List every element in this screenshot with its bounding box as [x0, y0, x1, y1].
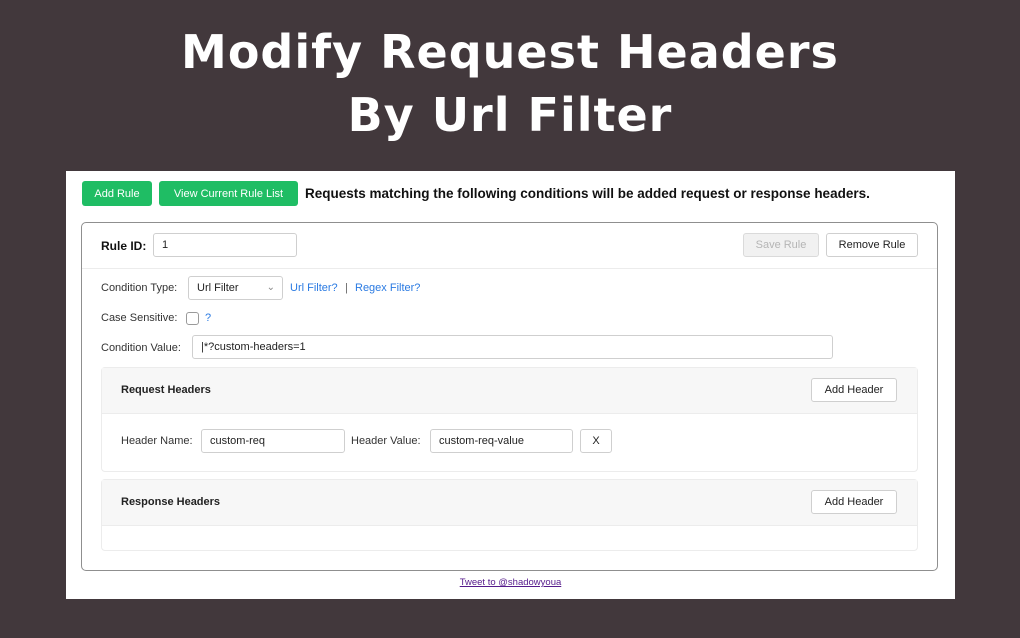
response-headers-section: Response Headers Add Header — [101, 479, 918, 551]
condition-value-label: Condition Value: — [101, 342, 181, 354]
regex-filter-help-link[interactable]: Regex Filter? — [355, 282, 420, 294]
request-headers-title: Request Headers — [121, 384, 211, 396]
add-request-header-button[interactable]: Add Header — [811, 378, 897, 402]
header-value-input[interactable]: custom-req-value — [430, 429, 573, 453]
case-sensitive-help-link[interactable]: ? — [205, 312, 211, 324]
chevron-down-icon: ⌄ — [266, 282, 275, 293]
rule-id-label: Rule ID: — [101, 239, 147, 253]
tweet-link[interactable]: Tweet to @shadowyoua — [66, 577, 955, 588]
rule-id-input[interactable]: 1 — [153, 233, 297, 257]
hero-title-line2: By Url Filter — [347, 88, 673, 142]
save-rule-button[interactable]: Save Rule — [743, 233, 819, 257]
condition-type-label: Condition Type: — [101, 282, 178, 294]
remove-header-button[interactable]: X — [580, 429, 612, 453]
rule-header: Rule ID: 1 Save Rule Remove Rule — [82, 223, 937, 269]
response-headers-header: Response Headers Add Header — [102, 480, 917, 526]
remove-rule-button[interactable]: Remove Rule — [826, 233, 918, 257]
rule-card: Rule ID: 1 Save Rule Remove Rule Conditi… — [81, 222, 938, 571]
condition-type-value: Url Filter — [197, 282, 239, 294]
hero-title-line1: Modify Request Headers — [181, 25, 839, 79]
header-name-label: Header Name: — [121, 435, 193, 447]
extension-panel: Add Rule View Current Rule List Requests… — [66, 171, 955, 599]
link-separator: | — [345, 282, 348, 294]
intro-text: Requests matching the following conditio… — [305, 186, 870, 201]
response-headers-title: Response Headers — [121, 496, 221, 508]
request-headers-header: Request Headers Add Header — [102, 368, 917, 414]
case-sensitive-label: Case Sensitive: — [101, 312, 178, 324]
condition-type-select[interactable]: Url Filter ⌄ — [188, 276, 283, 300]
view-rule-list-button[interactable]: View Current Rule List — [159, 181, 298, 206]
url-filter-help-link[interactable]: Url Filter? — [290, 282, 338, 294]
header-name-input[interactable]: custom-req — [201, 429, 345, 453]
add-response-header-button[interactable]: Add Header — [811, 490, 897, 514]
add-rule-button[interactable]: Add Rule — [82, 181, 152, 206]
case-sensitive-checkbox[interactable] — [186, 312, 199, 325]
condition-value-input[interactable]: |*?custom-headers=1 — [192, 335, 833, 359]
header-value-label: Header Value: — [351, 435, 421, 447]
request-headers-section: Request Headers Add Header Header Name: … — [101, 367, 918, 472]
